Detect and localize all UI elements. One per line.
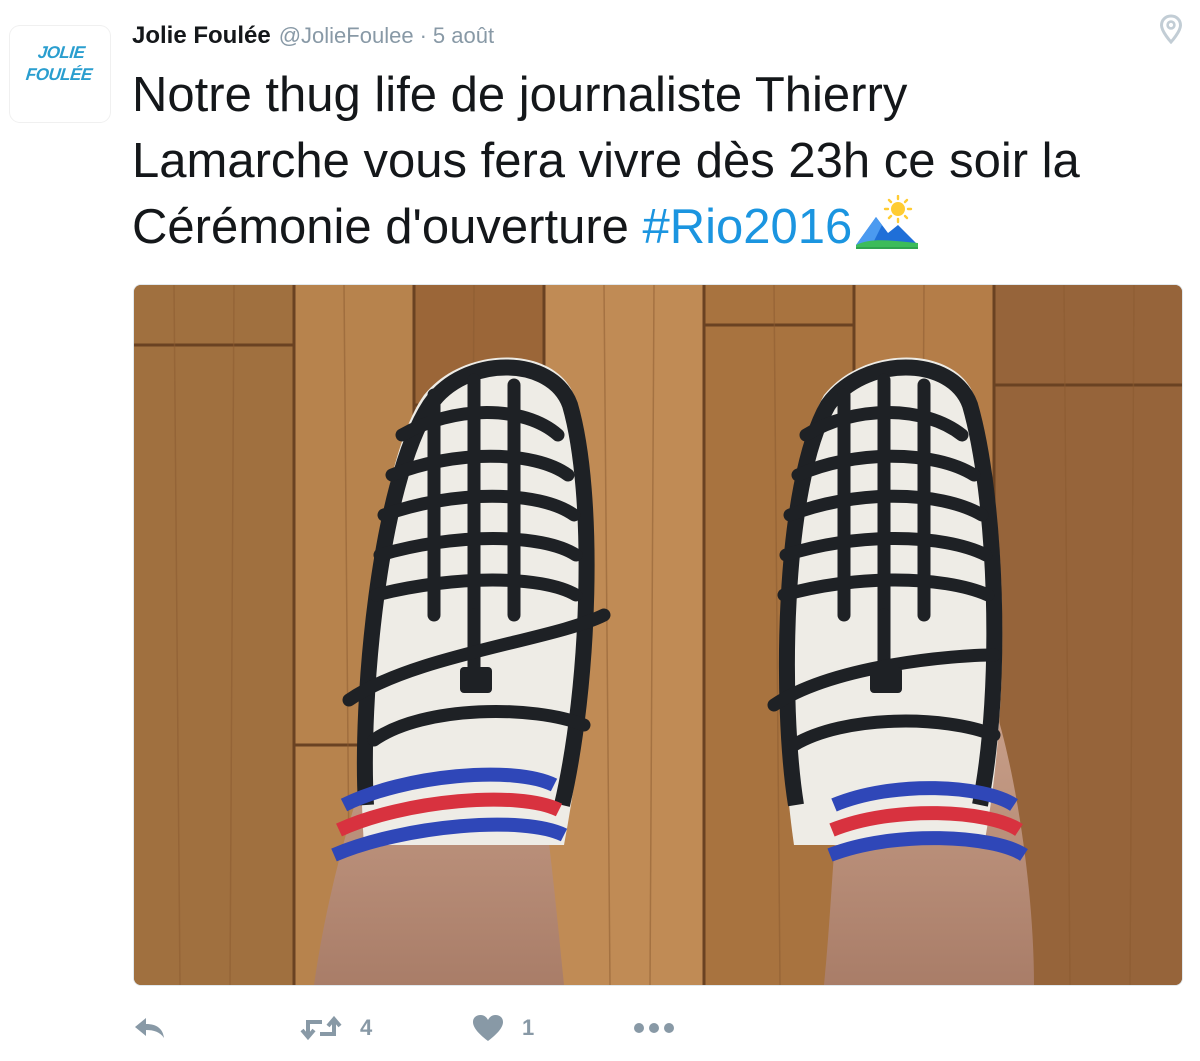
retweet-icon — [300, 1015, 342, 1041]
like-button[interactable]: 1 — [472, 1008, 534, 1048]
like-count: 1 — [522, 1015, 535, 1040]
photo-sandals-socks — [134, 285, 1182, 985]
more-button[interactable] — [632, 1008, 676, 1048]
avatar[interactable]: JOLIE FOULÉE — [10, 26, 110, 122]
reply-button[interactable] — [132, 1008, 168, 1048]
avatar-logo-text: JOLIE FOULÉE — [14, 42, 107, 86]
tweet-actions: 4 1 — [132, 1008, 752, 1048]
avatar-logo-line-1: JOLIE — [36, 43, 86, 62]
sunrise-over-mountains-icon — [856, 195, 919, 249]
tweet-text-line-2: Lamarche vous fera vivre dès 23h ce soir… — [132, 134, 1080, 188]
tweet-text-line-1: Notre thug life de journaliste Thierry — [132, 68, 908, 122]
more-dots-icon — [634, 1023, 674, 1033]
tweet-header: Jolie Foulée @JolieFoulee · 5 août — [132, 22, 494, 54]
tweet-photo[interactable] — [133, 284, 1183, 986]
tweet-text: Notre thug life de journaliste Thierry L… — [132, 62, 1182, 260]
display-name[interactable]: Jolie Foulée — [132, 22, 271, 50]
hashtag-link[interactable]: #Rio2016 — [643, 200, 853, 254]
timestamp-link[interactable]: 5 août — [433, 23, 494, 49]
location-pin-icon[interactable] — [1158, 14, 1184, 44]
avatar-logo-line-2: FOULÉE — [24, 65, 93, 84]
retweet-button[interactable]: 4 — [300, 1008, 372, 1048]
retweet-count: 4 — [360, 1015, 373, 1040]
username-handle[interactable]: @JolieFoulee — [279, 23, 414, 49]
reply-icon — [135, 1018, 164, 1038]
separator-dot: · — [419, 23, 427, 48]
heart-icon — [473, 1015, 503, 1041]
tweet-text-line-3-content: Cérémonie d'ouverture — [132, 200, 643, 254]
tweet-text-line-3: Cérémonie d'ouverture #Rio2016 — [132, 194, 1182, 260]
